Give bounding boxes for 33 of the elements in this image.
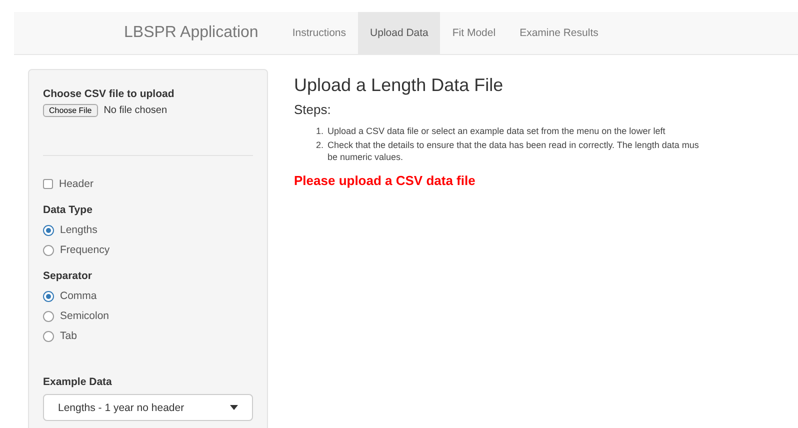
- radio-label: Lengths: [60, 224, 98, 236]
- brand-title[interactable]: LBSPR Application: [124, 12, 280, 54]
- steps-heading: Steps:: [294, 102, 332, 117]
- nav-tab[interactable]: Fit Model: [440, 12, 508, 54]
- field-label: Choose CSV file to upload: [43, 88, 176, 100]
- radio-button[interactable]: [43, 244, 54, 256]
- group-label: Data Type: [43, 204, 94, 216]
- step-text: Check that the details to ensure that the data has been read in correctly. The length data mus: [328, 139, 699, 151]
- radio-label: Semicolon: [60, 310, 110, 322]
- radio-button[interactable]: [43, 330, 54, 342]
- nav-tab[interactable]: Instructions: [280, 12, 358, 54]
- nav-tab[interactable]: Upload Data: [358, 12, 440, 54]
- checkbox-label: Header: [59, 178, 94, 190]
- radio-label: Tab: [60, 330, 77, 342]
- nav-tab[interactable]: Examine Results: [508, 12, 610, 54]
- step-number: 1.: [316, 125, 324, 137]
- step-text: Upload a CSV data file or select an example data set from the menu on the lower left: [328, 125, 666, 137]
- radio-label: Frequency: [60, 244, 110, 256]
- field-label: Example Data: [43, 376, 113, 388]
- example-data-select[interactable]: Lengths - 1 year no header: [43, 394, 253, 421]
- radio-label: Comma: [60, 290, 97, 302]
- page-title: Upload a Length Data File: [294, 75, 504, 96]
- radio-button[interactable]: [43, 290, 54, 302]
- header-checkbox[interactable]: [43, 179, 53, 189]
- caret-icon: [230, 405, 238, 410]
- choose-file-button[interactable]: Choose File: [43, 104, 98, 117]
- step-number: 2.: [316, 139, 324, 152]
- group-label: Separator: [43, 270, 94, 282]
- step-text: be numeric values.: [328, 151, 404, 163]
- radio-button[interactable]: [43, 310, 54, 322]
- file-status: No file chosen: [104, 105, 168, 116]
- error-message: Please upload a CSV data file: [294, 173, 476, 188]
- radio-button[interactable]: [43, 224, 54, 236]
